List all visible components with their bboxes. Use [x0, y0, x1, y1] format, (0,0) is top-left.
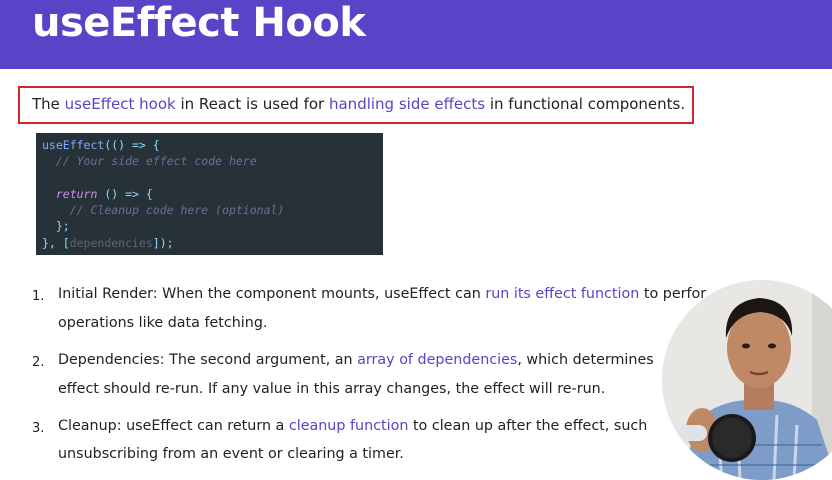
- slide-title: useEffect Hook: [32, 0, 366, 46]
- list-item-1-line-1: Initial Render: When the component mount…: [58, 286, 706, 302]
- intro-highlight-1: useEffect hook: [64, 95, 176, 113]
- list-item-3-text-b: to clean up after the effect, such: [408, 418, 648, 434]
- list-item-2-text-a: Dependencies: The second argument, an: [58, 352, 358, 368]
- list-item-1-text-b: to perfor: [639, 286, 707, 302]
- list-item-1-highlight: run its effect function: [485, 286, 640, 302]
- code-inner-close: };: [55, 219, 70, 234]
- code-line-5: // Cleanup code here (optional): [42, 202, 383, 218]
- list-item-3-line-1: Cleanup: useEffect can return a cleanup …: [58, 418, 647, 434]
- code-deps: dependencies: [69, 235, 153, 250]
- intro-part-1: The: [32, 95, 65, 113]
- list-number-2: 2.: [32, 355, 45, 370]
- code-end: ]);: [152, 235, 174, 250]
- intro-part-3: in functional components.: [485, 95, 686, 113]
- slide-header: useEffect Hook: [0, 0, 832, 69]
- list-item-3-line-2: unsubscribing from an event or clearing …: [58, 446, 404, 462]
- code-line-7: }, [dependencies]);: [42, 235, 383, 251]
- code-line-2: // Your side effect code here: [42, 153, 383, 169]
- list-item-3-highlight: cleanup function: [288, 418, 409, 434]
- list-item-2-line-2: effect should re-run. If any value in th…: [58, 381, 606, 397]
- list-item-2-text-b: , which determines: [517, 352, 654, 368]
- list-number-3: 3.: [32, 421, 45, 436]
- intro-highlight-2: handling side effects: [328, 95, 486, 113]
- list-item-2-line-1: Dependencies: The second argument, an ar…: [58, 352, 654, 368]
- list-item-1-line-2: operations like data fetching.: [58, 315, 268, 331]
- intro-text: The useEffect hook in React is used for …: [32, 95, 685, 113]
- list-item-2-highlight: array of dependencies: [357, 352, 518, 368]
- code-comment-1: // Your side effect code here: [55, 154, 257, 169]
- code-ret-arrow: () => {: [97, 186, 153, 201]
- intro-part-2: in React is used for: [175, 95, 329, 113]
- presenter-webcam: [662, 280, 832, 480]
- list-item-1-text-a: Initial Render: When the component mount…: [58, 286, 486, 302]
- code-return: return: [55, 186, 98, 201]
- code-block: useEffect(() => { // Your side effect co…: [36, 133, 383, 255]
- list-number-1: 1.: [32, 289, 45, 304]
- code-comment-2: // Cleanup code here (optional): [69, 203, 285, 218]
- code-open: (() => {: [104, 138, 160, 152]
- presenter-image: [662, 280, 832, 480]
- code-fn: useEffect: [42, 138, 105, 152]
- code-close: }, [: [42, 235, 70, 250]
- code-line-6: };: [42, 218, 383, 234]
- list-item-3-text-a: Cleanup: useEffect can return a: [58, 418, 289, 434]
- code-line-1: useEffect(() => {: [42, 137, 383, 153]
- code-line-4: return () => {: [42, 186, 383, 202]
